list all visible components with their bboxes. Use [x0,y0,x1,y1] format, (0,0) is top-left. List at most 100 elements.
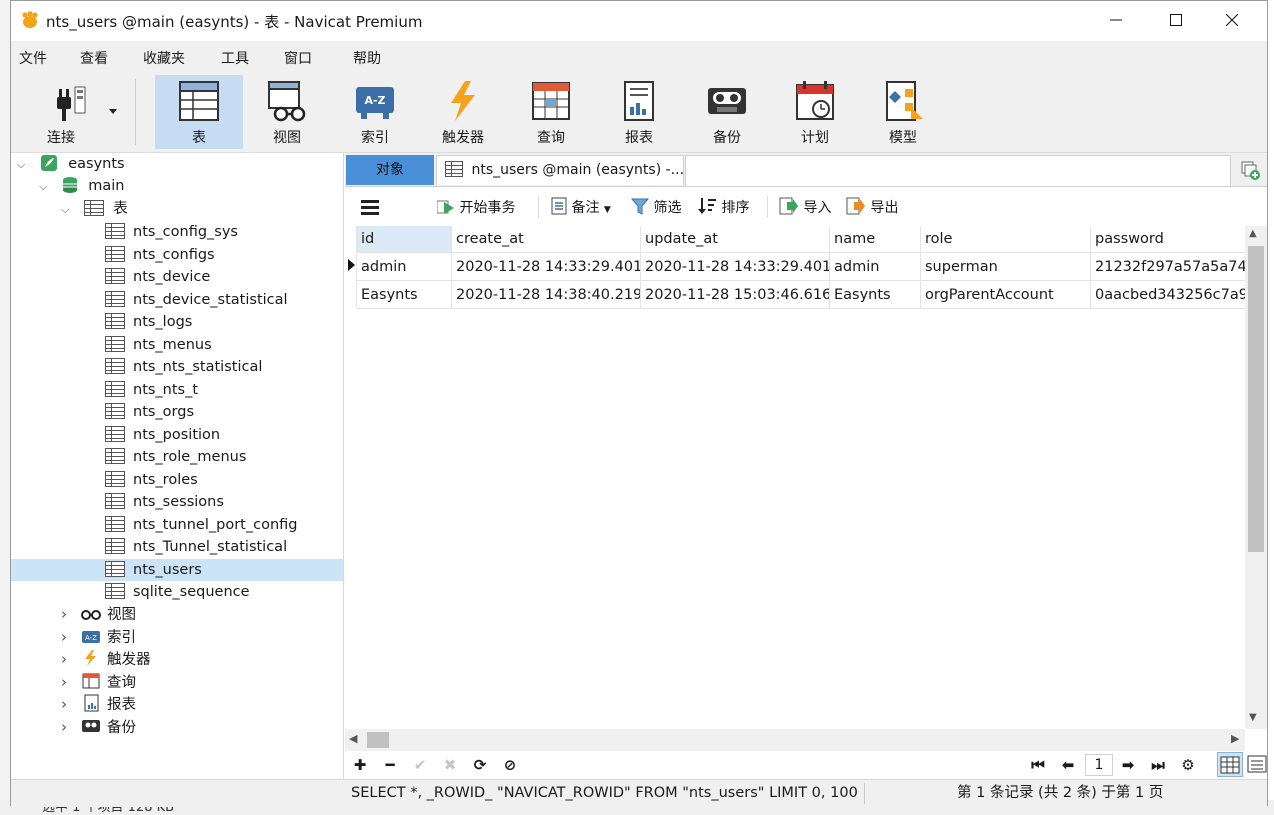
tree-group-report[interactable]: › 报表 [61,693,136,715]
filter-button[interactable]: 筛选 [630,197,681,217]
toolbar-view-button[interactable]: 视图 [243,75,331,149]
chevron-right-icon[interactable]: › [61,716,71,738]
begin-transaction-button[interactable]: 开始事务 [436,197,515,217]
scroll-up-icon[interactable]: ▲ [1249,228,1257,239]
tree-group-backup-tape[interactable]: › 备份 [61,716,136,738]
menu-help[interactable]: 帮助 [353,48,381,68]
column-header-update-at[interactable]: update_at [641,226,830,253]
tree-table-item[interactable]: nts_users [11,558,343,581]
table-cell[interactable]: 2020-11-28 14:33:29.4017 [641,253,830,281]
scroll-right-icon[interactable]: ▶ [1231,732,1239,745]
delete-record-button[interactable]: ━ [379,755,401,775]
toolbar-index-button[interactable]: A-Z 索引 [331,75,419,149]
column-header-password[interactable]: password [1091,226,1251,253]
settings-gear-icon[interactable]: ⚙ [1177,755,1199,775]
horizontal-scrollbar[interactable]: ◀ ▶ [345,729,1245,751]
grid-view-button[interactable] [1217,752,1243,777]
tree-group-index-az[interactable]: › A-Z 索引 [61,626,136,648]
chevron-right-icon[interactable]: › [61,626,71,648]
tree-group-query[interactable]: › 查询 [61,671,136,693]
last-page-button[interactable]: ⏭ [1147,755,1169,775]
new-connection-icon[interactable] [1241,161,1261,181]
tree-table-item[interactable]: nts_sessions [11,491,343,513]
tree-table-item[interactable]: nts_logs [11,311,343,333]
scroll-down-icon[interactable]: ▼ [1249,712,1257,723]
tree-connection-easynts[interactable]: ⌵ easynts [17,153,125,175]
sort-button[interactable]: 排序 [697,197,749,217]
table-cell[interactable]: admin [357,253,452,281]
export-button[interactable]: 导出 [846,197,898,217]
add-record-button[interactable]: ✚ [349,755,371,775]
chevron-right-icon[interactable]: › [61,648,71,670]
tree-table-item[interactable]: nts_nts_statistical [11,356,343,378]
tree-table-item[interactable]: nts_configs [11,244,343,266]
table-cell[interactable]: 2020-11-28 14:33:29.4017 [452,253,641,281]
table-cell[interactable]: 0aacbed343256c7a9 [1091,281,1251,309]
column-header-id[interactable]: id [357,226,452,253]
maximize-button[interactable] [1153,1,1199,39]
toolbar-table-button[interactable]: 表 [155,75,243,149]
scroll-left-icon[interactable]: ◀ [349,732,357,745]
chevron-down-icon[interactable]: ⌵ [17,154,27,176]
tab-objects[interactable]: 对象 [346,155,434,185]
first-page-button[interactable]: ⏮ [1027,755,1049,775]
table-cell[interactable]: admin [830,253,921,281]
toolbar-schedule-button[interactable]: 计划 [771,75,859,149]
hamburger-menu-icon[interactable] [361,199,379,215]
chevron-right-icon[interactable]: › [61,671,71,693]
tree-table-item[interactable]: nts_Tunnel_statistical [11,536,343,558]
table-cell[interactable]: 2020-11-28 15:03:46.6165 [641,281,830,309]
tree-group-trigger-bolt[interactable]: › 触发器 [61,648,151,670]
menu-window[interactable]: 窗口 [284,48,312,68]
tree-group-view-glasses[interactable]: › 视图 [61,603,136,625]
table-cell[interactable]: superman [921,253,1091,281]
page-number-input[interactable]: 1 [1085,754,1113,776]
previous-page-button[interactable]: ⬅ [1057,755,1079,775]
connect-button[interactable]: 连接 [19,75,123,149]
chevron-down-icon[interactable]: ⌵ [61,199,71,221]
tree-table-item[interactable]: nts_device [11,266,343,288]
stop-button[interactable]: ⊘ [499,755,521,775]
table-cell[interactable]: Easynts [357,281,452,309]
chevron-right-icon[interactable]: › [61,603,71,625]
dropdown-arrow-icon[interactable] [109,109,117,115]
discard-changes-button[interactable]: ✖ [439,755,461,775]
vertical-scrollbar[interactable]: ▲ ▼ [1245,226,1267,729]
table-cell[interactable]: Easynts [830,281,921,309]
tree-table-item[interactable]: sqlite_sequence [11,581,343,603]
column-header-create-at[interactable]: create_at [452,226,641,253]
toolbar-model-button[interactable]: 模型 [859,75,947,149]
menu-file[interactable]: 文件 [19,48,47,68]
chevron-right-icon[interactable]: › [61,693,71,715]
menu-favorites[interactable]: 收藏夹 [143,48,185,68]
toolbar-query-button[interactable]: 查询 [507,75,595,149]
apply-changes-button[interactable]: ✔ [409,755,431,775]
form-view-button[interactable] [1245,752,1269,777]
vertical-scroll-thumb[interactable] [1248,246,1264,552]
tree-table-item[interactable]: nts_orgs [11,401,343,423]
tab-nts-users[interactable]: nts_users @main (easynts) -... [436,155,684,185]
tree-database-main[interactable]: ⌵ main [39,175,124,197]
tree-table-item[interactable]: nts_nts_t [11,379,343,401]
table-cell[interactable]: orgParentAccount [921,281,1091,309]
column-header-name[interactable]: name [830,226,921,253]
next-page-button[interactable]: ➡ [1117,755,1139,775]
note-button[interactable]: 备注 ▼ [551,197,611,217]
table-cell[interactable]: 21232f297a57a5a743 [1091,253,1251,281]
tree-table-item[interactable]: nts_config_sys [11,221,343,243]
table-cell[interactable]: 2020-11-28 14:38:40.2194 [452,281,641,309]
toolbar-backup-button[interactable]: 备份 [683,75,771,149]
tree-group-tables[interactable]: ⌵ 表 [61,198,128,220]
column-header-role[interactable]: role [921,226,1091,253]
tree-table-item[interactable]: nts_device_statistical [11,289,343,311]
close-button[interactable] [1209,1,1255,39]
refresh-button[interactable]: ⟳ [469,755,491,775]
tree-table-item[interactable]: nts_roles [11,469,343,491]
toolbar-trigger-button[interactable]: 触发器 [419,75,507,149]
toolbar-report-button[interactable]: 报表 [595,75,683,149]
tree-table-item[interactable]: nts_tunnel_port_config [11,514,343,536]
import-button[interactable]: 导入 [779,197,831,217]
tree-table-item[interactable]: nts_position [11,424,343,446]
minimize-button[interactable] [1093,1,1139,39]
horizontal-scroll-thumb[interactable] [367,732,389,748]
